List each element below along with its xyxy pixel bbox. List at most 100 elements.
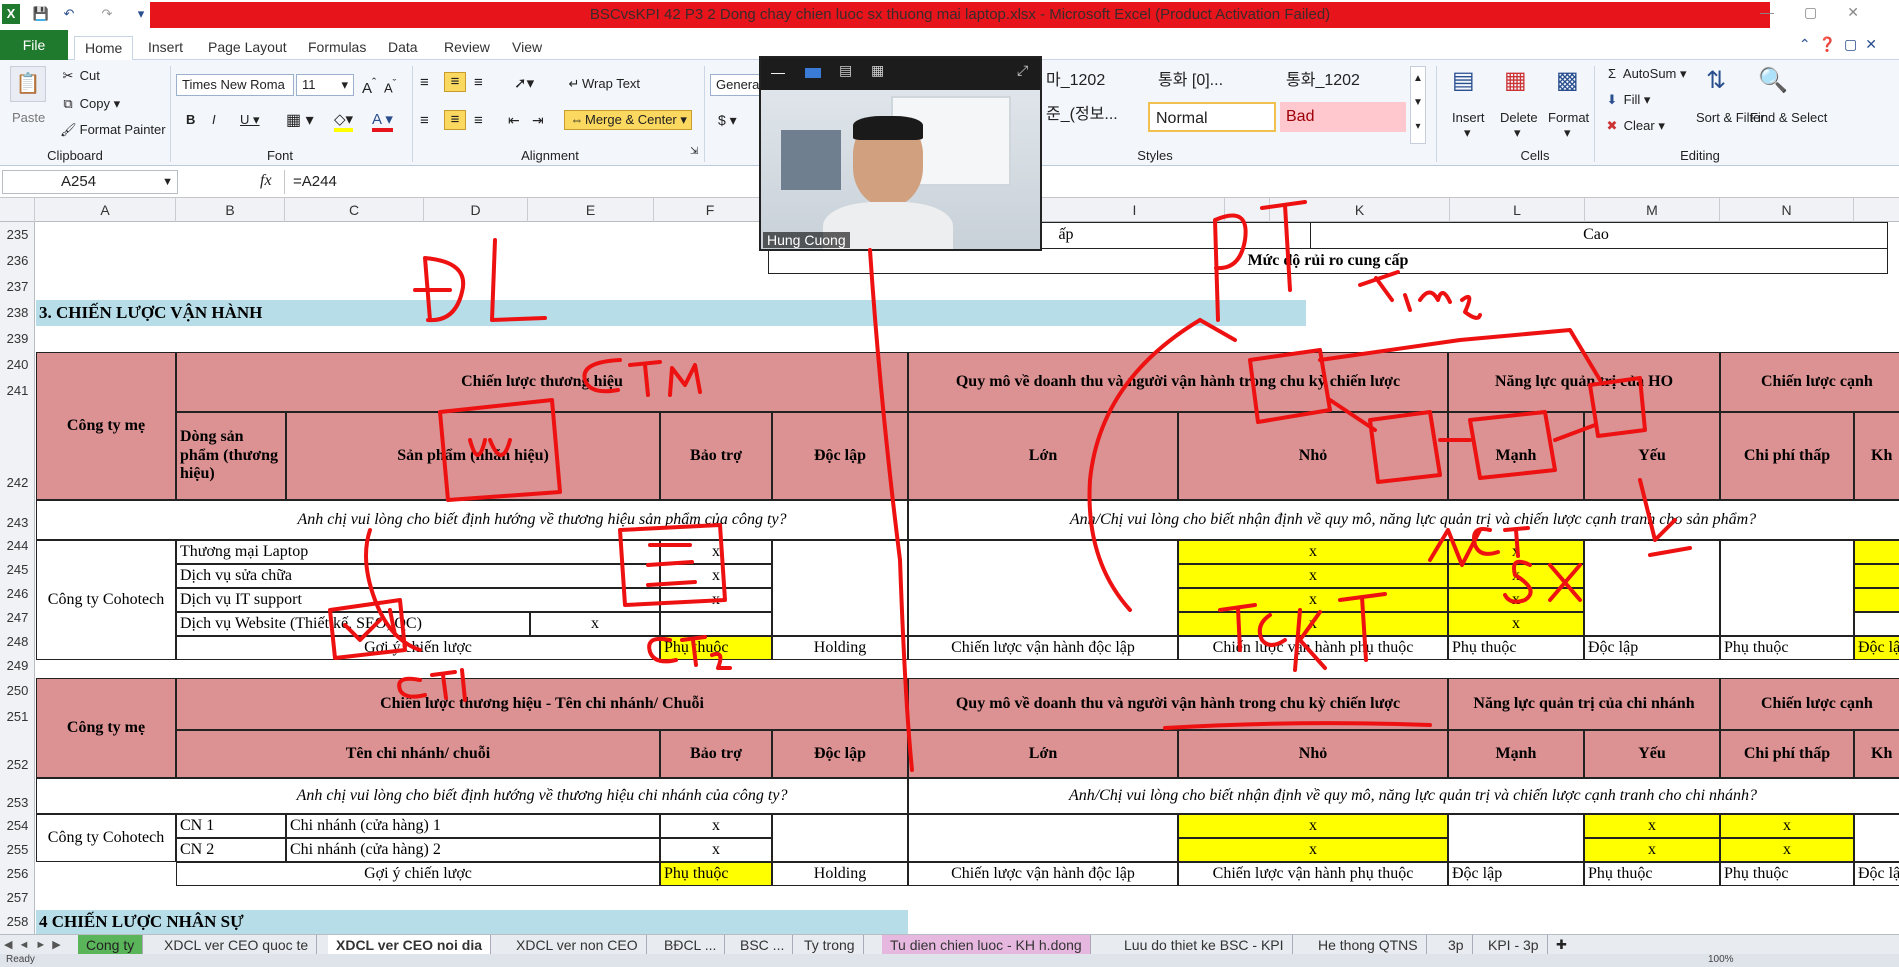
row-header[interactable]: 237 — [0, 274, 35, 300]
video-call-window[interactable]: — ▤ ▦ ⤢ Hung Cuong — [759, 56, 1042, 251]
sheet-tab[interactable]: XDCL ver CEO quoc te — [156, 935, 318, 955]
style-item[interactable]: 통화 [0]... — [1152, 66, 1229, 96]
currency-button[interactable]: $ ▾ — [718, 112, 737, 129]
format-painter-button[interactable]: 🖌 Format Painter — [60, 122, 166, 138]
sheet-tab[interactable]: Cong ty — [78, 935, 144, 955]
row-header[interactable]: 243 — [0, 510, 35, 536]
find-binoculars-icon[interactable]: 🔍 — [1758, 66, 1788, 95]
borders-icon[interactable]: ▦ ▾ — [286, 110, 314, 130]
find-select-button[interactable]: Find & Select — [1750, 110, 1827, 126]
row-header[interactable]: 258 — [0, 910, 35, 934]
align-middle-icon[interactable]: ≡ — [444, 72, 466, 92]
styles-scroll[interactable]: ▲ ▼ ▾ — [1410, 66, 1426, 144]
column-header[interactable]: L — [1450, 198, 1585, 222]
shrink-font-icon[interactable]: Aˇ — [384, 78, 396, 95]
column-header[interactable]: A — [35, 198, 176, 222]
paste-button[interactable]: Paste — [12, 110, 45, 125]
undo-icon[interactable]: ↶ — [60, 4, 78, 24]
column-header[interactable]: C — [285, 198, 424, 222]
wrap-text-button[interactable]: ↵ Wrap Text — [566, 76, 641, 92]
row-header[interactable]: 244 — [0, 534, 35, 558]
sheet-tab[interactable]: Luu do thiet ke BSC - KPI — [1116, 935, 1293, 955]
delete-button[interactable]: Delete ▾ — [1500, 110, 1538, 141]
copy-button[interactable]: ⧉ Copy ▾ — [60, 96, 120, 112]
row-header[interactable]: 251 — [0, 704, 35, 730]
row-header[interactable]: 245 — [0, 558, 35, 582]
alignment-launcher-icon[interactable]: ⇲ — [690, 146, 698, 157]
tab-data[interactable]: Data — [378, 36, 428, 60]
clear-button[interactable]: ✖ Clear ▾ — [1604, 118, 1665, 134]
grow-font-icon[interactable]: Aˆ — [362, 76, 376, 97]
row-header[interactable]: 239 — [0, 326, 35, 352]
row-header[interactable]: 235 — [0, 222, 35, 248]
column-header[interactable]: D — [424, 198, 528, 222]
italic-button[interactable]: I — [212, 112, 216, 127]
speaker-view-icon[interactable] — [805, 68, 821, 78]
name-box[interactable]: A254 ▼ — [2, 170, 178, 194]
row-header[interactable]: 254 — [0, 814, 35, 838]
tab-formulas[interactable]: Formulas — [298, 36, 376, 60]
row-header[interactable]: 257 — [0, 886, 35, 910]
new-sheet-icon[interactable]: ✚ — [1556, 935, 1567, 955]
column-header[interactable]: B — [176, 198, 285, 222]
fill-button[interactable]: ⬇ Fill ▾ — [1604, 92, 1651, 108]
row-header[interactable]: 242 — [0, 470, 35, 496]
style-item[interactable]: 준_(정보... — [1040, 100, 1124, 130]
row-header[interactable]: 246 — [0, 582, 35, 606]
row-header[interactable]: 238 — [0, 300, 35, 326]
column-header[interactable]: N — [1720, 198, 1854, 222]
tab-insert[interactable]: Insert — [138, 36, 193, 60]
column-header[interactable]: F — [654, 198, 767, 222]
insert-button[interactable]: Insert ▾ — [1452, 110, 1485, 141]
style-item[interactable]: 마_1202 — [1040, 66, 1111, 96]
delete-cells-icon[interactable]: ▦ — [1504, 66, 1527, 95]
sheet-tab-active[interactable]: XDCL ver CEO noi dia — [328, 935, 491, 955]
insert-function-icon[interactable]: fx — [260, 172, 272, 190]
autosum-button[interactable]: Σ AutoSum ▾ — [1604, 66, 1687, 82]
ribbon-help-controls[interactable]: ⌃❓▢✕ — [1799, 36, 1885, 53]
row-header[interactable]: 252 — [0, 752, 35, 778]
column-header[interactable]: M — [1585, 198, 1720, 222]
sheet-nav-icons[interactable]: ◀◄►▶ — [4, 935, 67, 955]
select-all-corner[interactable] — [0, 198, 35, 222]
row-header[interactable]: 248 — [0, 630, 35, 654]
align-top-icon[interactable]: ≡ — [420, 74, 429, 91]
redo-icon[interactable]: ↷ — [98, 4, 116, 24]
font-color-icon[interactable]: A ▾ — [372, 110, 393, 132]
row-header[interactable]: 253 — [0, 790, 35, 816]
tab-view[interactable]: View — [502, 36, 552, 60]
cut-button[interactable]: ✂ Cut — [60, 68, 100, 84]
row-header[interactable]: 241 — [0, 378, 35, 404]
sort-filter-icon[interactable]: ⇅ — [1706, 66, 1726, 95]
row-header[interactable]: 250 — [0, 678, 35, 704]
style-item[interactable]: 통화_1202 — [1280, 66, 1366, 96]
save-icon[interactable]: 💾 — [32, 4, 50, 24]
sheet-tab[interactable]: KPI - 3p — [1480, 935, 1548, 955]
window-controls[interactable]: —▢✕ — [1760, 4, 1889, 21]
align-right-icon[interactable]: ≡ — [474, 112, 483, 129]
row-header[interactable]: 256 — [0, 862, 35, 886]
format-button[interactable]: Format ▾ — [1548, 110, 1589, 141]
tab-home[interactable]: Home — [74, 36, 134, 60]
formula-input[interactable]: =A244 — [284, 170, 1894, 194]
row-header[interactable]: 240 — [0, 352, 35, 378]
tab-review[interactable]: Review — [434, 36, 500, 60]
align-bottom-icon[interactable]: ≡ — [474, 74, 483, 91]
sheet-tab[interactable]: Tu dien chien luoc - KH h.dong — [882, 935, 1091, 955]
paste-icon[interactable]: 📋 — [10, 66, 46, 102]
sheet-tab[interactable]: Ty trong — [796, 935, 864, 955]
tab-page-layout[interactable]: Page Layout — [198, 36, 297, 60]
align-center-icon[interactable]: ≡ — [444, 110, 466, 130]
font-size-select[interactable]: 11 ▾ — [296, 74, 354, 96]
bold-button[interactable]: B — [186, 112, 195, 127]
column-header[interactable]: E — [528, 198, 654, 222]
expand-icon[interactable]: ⤢ — [1017, 62, 1028, 79]
row-header[interactable]: 236 — [0, 248, 35, 274]
font-name-select[interactable]: Times New Roma — [176, 74, 294, 96]
style-normal[interactable]: Normal — [1148, 102, 1276, 132]
zoom-level[interactable]: 100% — [1708, 954, 1734, 965]
align-left-icon[interactable]: ≡ — [420, 112, 429, 129]
merge-center-button[interactable]: ⇔ Merge & Center ▾ — [564, 110, 692, 130]
sheet-grid[interactable]: ấp Cao Mức độ rủi ro cung cấp 3. CHIẾN L… — [36, 222, 1899, 934]
insert-cells-icon[interactable]: ▤ — [1452, 66, 1475, 95]
